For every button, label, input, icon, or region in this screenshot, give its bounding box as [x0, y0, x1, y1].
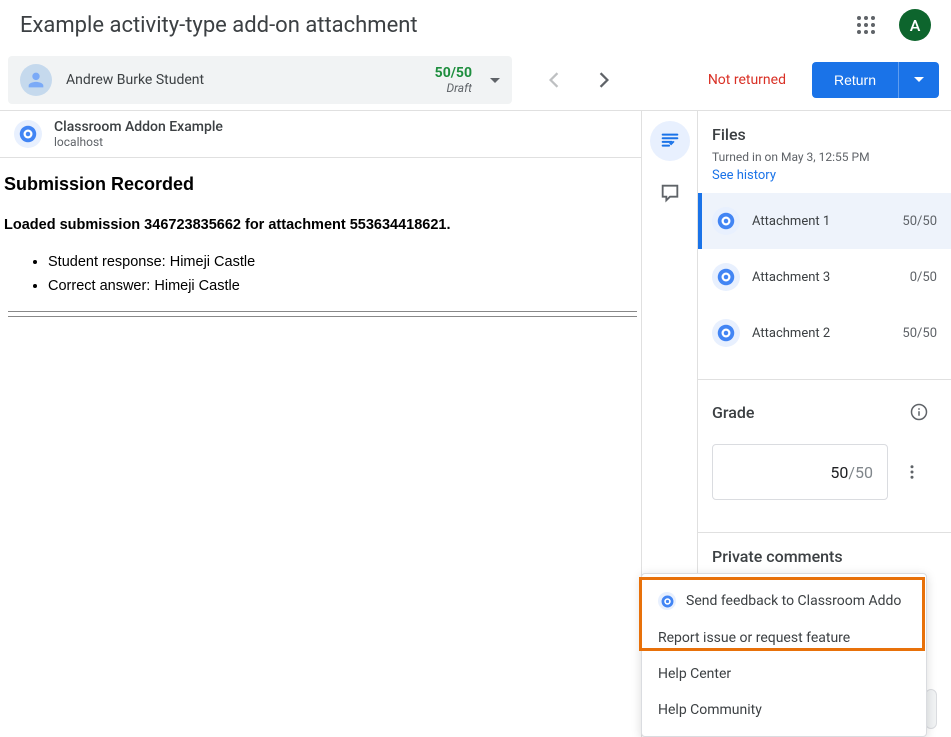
addon-body: Submission Recorded Loaded submission 34… — [0, 158, 641, 737]
student-grade: 50/50 — [435, 65, 472, 81]
grade-input[interactable]: 50/50 — [712, 444, 888, 500]
grade-title: Grade — [712, 403, 754, 422]
student-name: Andrew Burke Student — [66, 72, 435, 88]
submission-heading: Submission Recorded — [4, 174, 641, 195]
attachment-item[interactable]: Attachment 2 50/50 — [698, 305, 951, 361]
addon-icon — [658, 592, 676, 610]
addon-icon — [712, 207, 740, 235]
grade-value: 50 — [830, 463, 848, 482]
attachment-item[interactable]: Attachment 3 0/50 — [698, 249, 951, 305]
popup-item-label: Help Community — [658, 702, 762, 718]
prev-student-button[interactable] — [534, 60, 574, 100]
help-community-item[interactable]: Help Community — [642, 692, 926, 728]
turned-in-timestamp: Turned in on May 3, 12:55 PM — [712, 150, 951, 164]
attachment-name: Attachment 3 — [752, 270, 910, 285]
student-selector[interactable]: Andrew Burke Student 50/50 Draft — [8, 56, 512, 104]
comments-title: Private comments — [712, 547, 937, 566]
return-button[interactable]: Return — [812, 62, 899, 98]
page-title: Example activity-type add-on attachment — [20, 13, 418, 38]
attachment-name: Attachment 2 — [752, 326, 902, 341]
see-history-link[interactable]: See history — [712, 168, 951, 183]
addon-header: Classroom Addon Example localhost — [0, 111, 641, 158]
comments-tab-button[interactable] — [650, 173, 690, 213]
loaded-text: Loaded submission 346723835662 for attac… — [4, 217, 641, 233]
send-feedback-item[interactable]: Send feedback to Classroom Addo — [642, 582, 926, 620]
addon-icon — [14, 120, 42, 148]
attachment-item[interactable]: Attachment 1 50/50 — [698, 193, 951, 249]
addon-icon — [712, 263, 740, 291]
status-not-returned: Not returned — [708, 72, 786, 88]
next-student-button[interactable] — [584, 60, 624, 100]
attachment-grade: 50/50 — [902, 214, 937, 229]
attachment-name: Attachment 1 — [752, 214, 902, 229]
popup-item-label: Help Center — [658, 666, 731, 682]
return-dropdown-button[interactable] — [899, 62, 939, 98]
addon-icon — [712, 319, 740, 347]
addon-title: Classroom Addon Example — [54, 119, 223, 135]
help-popup-menu: Send feedback to Classroom Addo Report i… — [641, 573, 927, 737]
grade-denominator: /50 — [848, 463, 873, 482]
attachment-grade: 50/50 — [902, 326, 937, 341]
popup-item-label: Send feedback to Classroom Addo — [686, 593, 901, 609]
student-avatar-icon — [20, 64, 52, 96]
grade-more-icon[interactable] — [894, 454, 930, 490]
info-icon[interactable] — [901, 394, 937, 430]
draft-label: Draft — [435, 81, 472, 95]
help-center-item[interactable]: Help Center — [642, 656, 926, 692]
popup-item-label: Report issue or request feature — [658, 630, 850, 646]
report-issue-item[interactable]: Report issue or request feature — [642, 620, 926, 656]
files-tab-button[interactable] — [650, 121, 690, 161]
files-title: Files — [712, 125, 951, 144]
attachment-grade: 0/50 — [910, 270, 937, 285]
correct-answer: Correct answer: Himeji Castle — [48, 275, 641, 299]
addon-subtitle: localhost — [54, 135, 223, 149]
student-response: Student response: Himeji Castle — [48, 251, 641, 275]
apps-icon[interactable] — [849, 8, 883, 42]
account-avatar[interactable]: A — [899, 9, 931, 41]
dropdown-arrow-icon — [490, 72, 500, 88]
